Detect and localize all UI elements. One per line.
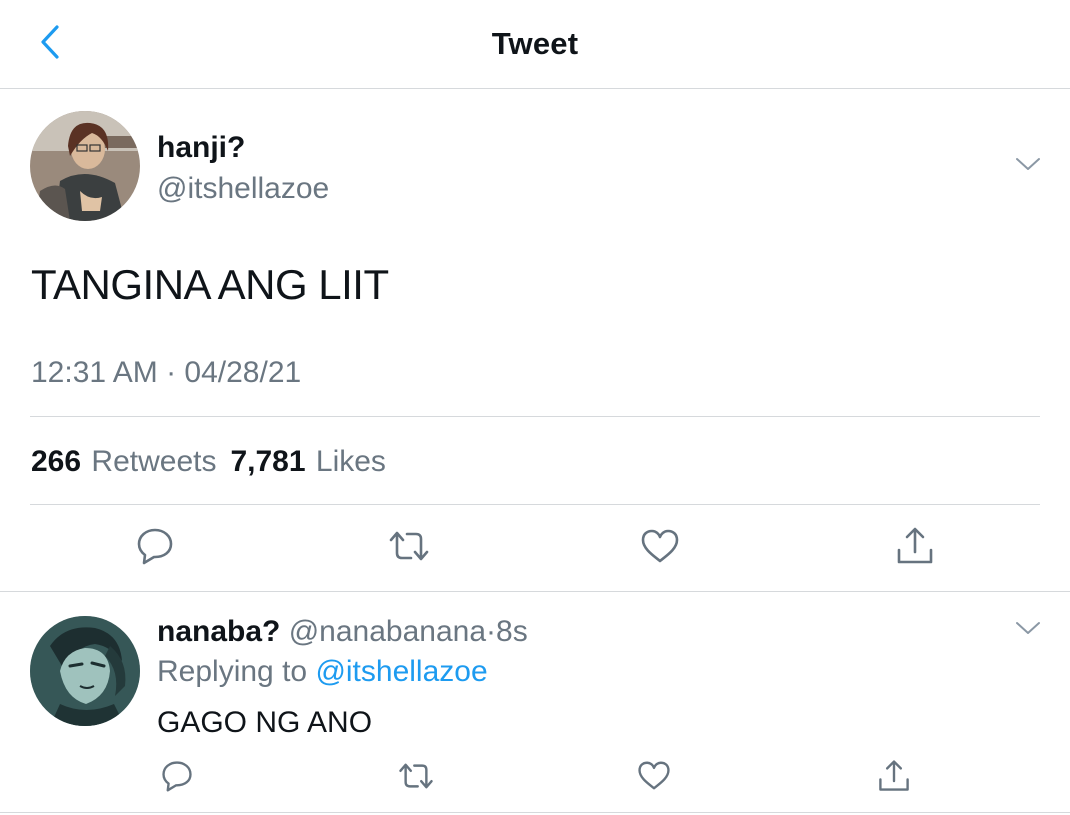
chevron-down-icon <box>1015 620 1041 641</box>
retweet-icon <box>397 761 435 796</box>
replying-to-link[interactable]: @itshellazoe <box>315 655 487 688</box>
retweets-stat[interactable]: 266 Retweets <box>31 445 216 478</box>
tweet-text: TANGINA ANG LIIT <box>31 261 389 308</box>
tweet-options-button[interactable] <box>1008 151 1048 181</box>
reply-button[interactable] <box>130 523 180 573</box>
retweet-button[interactable] <box>384 523 434 573</box>
reply-icon <box>135 527 175 570</box>
reply-avatar[interactable] <box>30 616 140 726</box>
divider <box>30 504 1040 505</box>
avatar[interactable] <box>30 111 140 221</box>
likes-count: 7,781 <box>230 445 306 478</box>
reply-text: GAGO NG ANO <box>157 706 373 739</box>
likes-label: Likes <box>315 445 386 478</box>
share-button[interactable] <box>890 523 940 573</box>
like-icon <box>637 760 671 796</box>
share-icon <box>895 526 935 571</box>
page-title: Tweet <box>491 26 579 61</box>
tweet-stats: 266 Retweets 7,781 Likes <box>31 445 386 479</box>
reply-author-handle[interactable]: @nanabanana <box>289 615 486 648</box>
reply-options-button[interactable] <box>1008 615 1048 645</box>
reply-time: 8s <box>496 615 528 648</box>
reply-tweet[interactable]: nanaba? @nanabanana·8s Replying to @itsh… <box>0 592 1070 815</box>
author-handle[interactable]: @itshellazoe <box>157 172 329 206</box>
author-name[interactable]: hanji? <box>157 131 245 165</box>
reply-icon <box>160 760 194 797</box>
reply-share-button[interactable] <box>869 753 919 803</box>
top-bar: Tweet <box>0 0 1070 89</box>
main-tweet: hanji? @itshellazoe TANGINA ANG LIIT 12:… <box>0 89 1070 592</box>
share-icon <box>877 759 911 798</box>
reply-header: nanaba? @nanabanana·8s <box>157 615 528 649</box>
like-icon <box>640 528 680 569</box>
replying-to-prefix: Replying to <box>157 655 316 688</box>
retweets-label: Retweets <box>91 445 217 478</box>
chevron-down-icon <box>1015 156 1041 177</box>
divider <box>0 812 1070 813</box>
likes-stat[interactable]: 7,781 Likes <box>230 445 385 478</box>
retweets-count: 266 <box>31 445 82 478</box>
like-button[interactable] <box>635 523 685 573</box>
divider <box>30 416 1040 417</box>
reply-separator: · <box>486 615 497 648</box>
reply-author-name[interactable]: nanaba? <box>157 615 280 648</box>
tweet-timestamp: 12:31 AM · 04/28/21 <box>31 356 302 389</box>
replying-to: Replying to @itshellazoe <box>157 655 488 689</box>
reply-retweet-button[interactable] <box>391 753 441 803</box>
reply-like-button[interactable] <box>629 753 679 803</box>
retweet-icon <box>387 529 431 568</box>
reply-reply-button[interactable] <box>152 753 202 803</box>
